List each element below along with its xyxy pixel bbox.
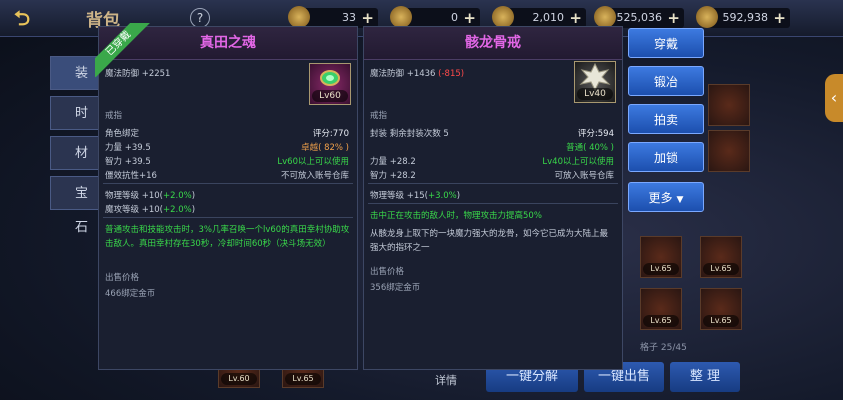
defense-diff: (-815) (438, 69, 465, 79)
add-button[interactable]: + (361, 8, 374, 28)
add-button[interactable]: + (773, 8, 786, 28)
slot-level: Lv.65 (703, 263, 739, 275)
equipped-item-tooltip: 真田之魂 已穿戴 魔法防御 +2251 Lv60 戒指 角色绑定 评分:770 … (95, 23, 358, 370)
add-button[interactable]: + (667, 8, 680, 28)
bone-ring-icon: Lv40 (574, 61, 616, 103)
slot-level: Lv.60 (221, 373, 257, 385)
chevron-down-icon: ▼ (676, 195, 684, 205)
item-level: Lv40 (577, 88, 613, 100)
compare-item-tooltip: 骸龙骨戒 魔法防御 +1436 (-815) Lv40 戒指 封装 剩余封装次数… (363, 26, 623, 370)
tab-fashion[interactable]: 时装 (50, 96, 100, 155)
crate-icon (390, 6, 412, 28)
slot-level: Lv.65 (643, 263, 679, 275)
attr-close: ) (456, 191, 461, 201)
tab-equipment[interactable]: 装备 (50, 56, 100, 115)
item-score: 评分:770 (312, 129, 349, 139)
slot-level: Lv.65 (703, 315, 739, 327)
add-button[interactable]: + (569, 8, 582, 28)
resource-gold-coin: 592,938 + (696, 6, 790, 28)
physical-level-attr: 物理等级 +15(+3.0%) (370, 189, 460, 201)
item-score: 评分:594 (577, 129, 614, 139)
tab-gem[interactable]: 宝石 (50, 176, 100, 235)
item-level: Lv60 (312, 90, 348, 102)
resource-value: 2,010 (532, 11, 565, 24)
magic-defense: 魔法防御 +1436 (-815) (370, 67, 464, 79)
strength-stat: 力量 +28.2 (370, 157, 416, 167)
quality-grade: 普通( 40% ) (566, 143, 614, 153)
inventory-slot[interactable]: Lv.65 (640, 236, 682, 278)
item-name: 骸龙骨戒 (364, 27, 622, 60)
attr-label: 物理等级 +15( (370, 191, 428, 201)
intelligence-stat: 智力 +39.5 (105, 157, 151, 167)
level-requirement: Lv60以上可以使用 (277, 157, 349, 167)
special-effect: 击中正在攻击的敌人时，物理攻击力提高50% (370, 211, 542, 221)
jade-amulet-icon: Lv60 (309, 63, 351, 105)
item-lore: 从骸龙身上取下的一块魔力强大的龙骨，如今它已成为大陆上最强大的指环之一 (370, 229, 609, 253)
inventory-slot[interactable]: Lv.65 (700, 236, 742, 278)
gold-sack-icon (288, 6, 310, 28)
sell-price-label: 出售价格 (370, 267, 405, 277)
resource-value: 0 (451, 11, 458, 24)
more-label: 更多 (648, 191, 673, 205)
account-storage-rule: 不可放入账号仓库 (280, 171, 349, 181)
resource-value: 33 (342, 11, 356, 24)
attr-value: +3.0% (427, 191, 457, 201)
item-category: 戒指 (370, 111, 388, 121)
add-button[interactable]: + (463, 8, 476, 28)
back-arrow-icon[interactable]: ⮌ (14, 6, 54, 30)
intelligence-stat: 智力 +28.2 (370, 171, 416, 181)
gold-coin-icon (696, 6, 718, 28)
tab-material[interactable]: 材料 (50, 136, 100, 195)
inventory-slot[interactable]: Lv.65 (700, 288, 742, 330)
auction-button[interactable]: 拍卖 (628, 104, 704, 134)
stiffness-resist: 僵效抗性+16 (105, 171, 157, 181)
slot-level: Lv.65 (643, 315, 679, 327)
attr-value: +2.0% (162, 205, 192, 215)
attr-value: +2.0% (162, 191, 192, 201)
seal-count: 封装 剩余封装次数 5 (370, 129, 449, 139)
attr-close: ) (191, 191, 196, 201)
account-storage-rule: 可放入账号仓库 (554, 171, 614, 181)
divider (368, 183, 618, 184)
attr-close: ) (191, 205, 196, 215)
physical-level-attr: 物理等级 +10(+2.0%) (105, 189, 195, 201)
more-button[interactable]: 更多 ▼ (628, 182, 704, 212)
magic-level-attr: 魔攻等级 +10(+2.0%) (105, 203, 195, 215)
sort-button[interactable]: 整 理 (670, 362, 740, 392)
sell-price-value: 466绑定金币 (105, 289, 156, 299)
resource-medal: 2,010 + (492, 6, 586, 28)
resource-gold-sack: 33 + (288, 6, 378, 28)
resource-bronze-coin: 525,036 + (594, 6, 684, 28)
slot-count: 格子 25/45 (640, 343, 687, 353)
lock-button[interactable]: 加锁 (628, 142, 704, 172)
forge-button[interactable]: 锻冶 (628, 66, 704, 96)
bind-status: 角色绑定 (105, 129, 140, 139)
help-button[interactable]: ? (190, 8, 210, 28)
slot-level: Lv.65 (285, 373, 321, 385)
sell-price-label: 出售价格 (105, 273, 140, 283)
medal-icon (492, 6, 514, 28)
defense-value: 魔法防御 +1436 (370, 69, 436, 79)
resource-value: 525,036 (616, 11, 663, 24)
equip-button[interactable]: 穿戴 (628, 28, 704, 58)
special-effect: 普通攻击和技能攻击时，3%几率召唤一个lv60的真田幸村协助攻击敌人。真田幸村存… (105, 225, 350, 249)
bronze-coin-icon (594, 6, 616, 28)
strength-stat: 力量 +39.5 (105, 143, 151, 153)
sell-price-value: 356绑定金币 (370, 283, 421, 293)
divider (103, 217, 353, 218)
inventory-slot[interactable] (708, 84, 750, 126)
attr-label: 魔攻等级 +10( (105, 205, 163, 215)
inventory-slot[interactable] (708, 130, 750, 172)
inventory-slot[interactable]: Lv.65 (640, 288, 682, 330)
divider (103, 183, 353, 184)
level-requirement: Lv40以上可以使用 (542, 157, 614, 167)
quality-grade: 卓越( 82% ) (301, 143, 349, 153)
magic-defense: 魔法防御 +2251 (105, 69, 171, 79)
attr-label: 物理等级 +10( (105, 191, 163, 201)
item-category: 戒指 (105, 111, 123, 121)
divider (368, 203, 618, 204)
expand-arrow-icon[interactable]: ‹ (825, 74, 843, 122)
resource-crate: 0 + (390, 6, 480, 28)
resource-value: 592,938 (722, 11, 769, 24)
